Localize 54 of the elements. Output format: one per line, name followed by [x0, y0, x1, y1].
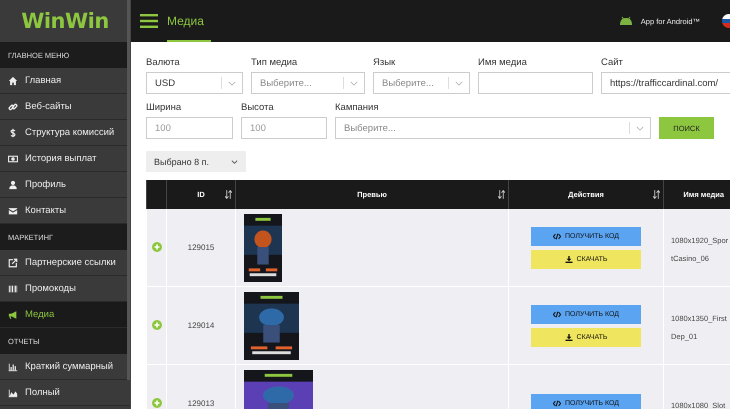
area-icon [8, 388, 18, 398]
input-field[interactable]: 100 [146, 117, 233, 139]
input-field[interactable]: https://trafficcardinal.com/ [601, 72, 730, 94]
expand-icon[interactable] [152, 320, 162, 330]
field-label: Имя медиа [478, 57, 528, 68]
table-cell: 129013 [166, 364, 236, 409]
code-icon [553, 400, 561, 407]
field-label: Язык [373, 57, 396, 68]
page-title: Медиа [167, 0, 211, 42]
menu-icon[interactable] [140, 14, 158, 28]
field-label: Высота [241, 102, 275, 113]
logo[interactable]: WinWin [21, 9, 109, 33]
sidebar-item[interactable]: Медиа [0, 302, 130, 328]
barcode-icon [8, 284, 18, 294]
download-icon [564, 334, 573, 340]
sidebar-item[interactable]: Полный [0, 380, 130, 406]
android-icon [618, 16, 633, 26]
user-icon [8, 180, 18, 190]
input-field[interactable] [478, 72, 593, 94]
sort-icon [225, 190, 232, 199]
expand-icon[interactable] [152, 398, 162, 408]
code-icon [553, 232, 561, 240]
megaphone-icon [8, 310, 18, 320]
chevron-icon [636, 126, 644, 130]
download-icon [564, 256, 573, 262]
mail-icon [8, 206, 18, 216]
select-field[interactable]: Выберите... [373, 72, 470, 94]
chevron-icon [350, 80, 358, 86]
table-cell: 129015 [166, 209, 236, 286]
cash-icon [8, 154, 18, 164]
field-label: Ширина [146, 102, 182, 113]
sort-icon [498, 190, 505, 199]
external-icon [8, 258, 18, 268]
chevron-icon [455, 80, 463, 86]
field-label: Сайт [601, 57, 624, 68]
expand-icon[interactable] [152, 242, 162, 252]
select-field[interactable]: USD [146, 72, 243, 94]
code-icon [553, 310, 561, 318]
chevron-icon [228, 80, 236, 86]
chevron-icon [231, 160, 238, 164]
dollar-icon [8, 128, 18, 138]
select-field[interactable]: Выберите... [251, 72, 365, 94]
sort-icon [653, 190, 660, 199]
field-label: Тип медиа [251, 57, 298, 68]
field-label: Валюта [146, 57, 181, 68]
selection-dropdown[interactable]: Выбрано 8 п. [146, 151, 246, 172]
select-field[interactable]: Выберите... [335, 117, 651, 139]
home-icon [8, 76, 18, 86]
field-label: Кампания [335, 102, 380, 113]
input-field[interactable]: 100 [241, 117, 327, 139]
table-cell: 129014 [166, 286, 236, 364]
chart-icon [8, 362, 18, 372]
link-icon [8, 102, 18, 112]
header-cell [146, 180, 166, 209]
